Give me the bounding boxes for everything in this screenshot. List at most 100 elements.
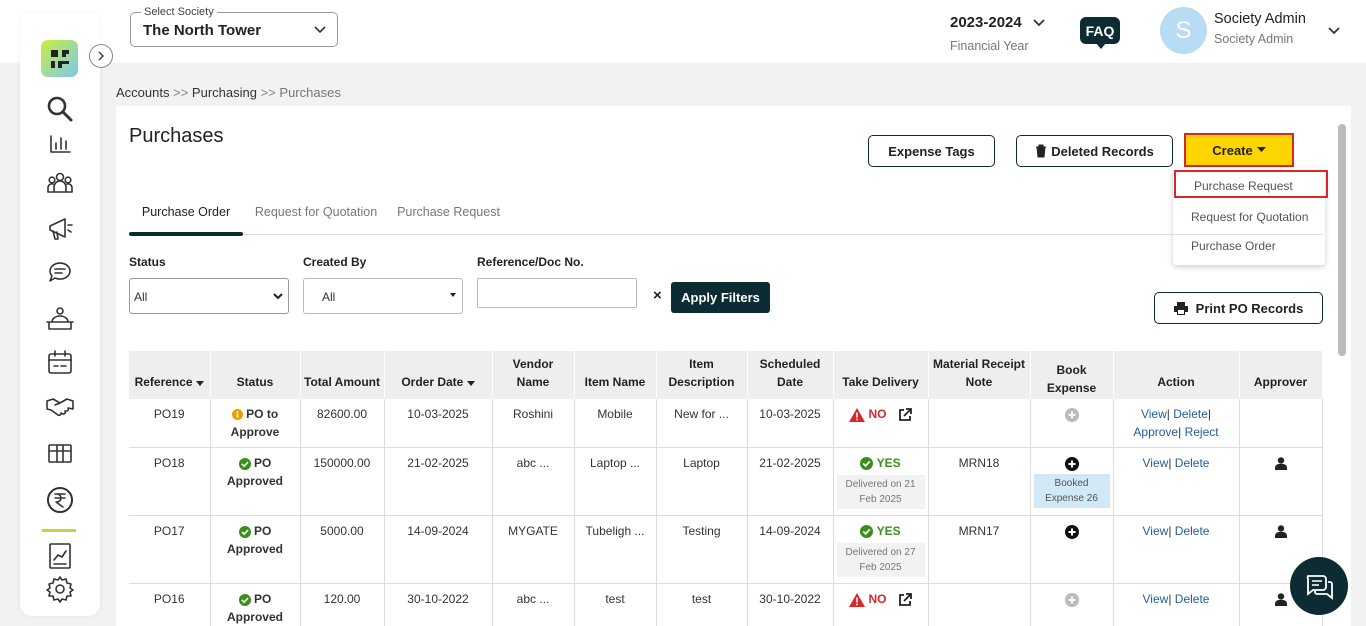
user-icon[interactable]: [1274, 525, 1287, 539]
rupee-icon[interactable]: [44, 484, 76, 516]
user-icon[interactable]: [1274, 593, 1287, 607]
cell-book-expense: [1030, 399, 1114, 448]
cell-reference: PO19: [129, 399, 211, 448]
external-link-icon[interactable]: [898, 592, 912, 607]
delete-link[interactable]: Delete: [1175, 456, 1210, 470]
approve-link[interactable]: Approve: [1133, 425, 1178, 439]
table-row: PO17 PO Approved 5000.00 14-09-2024 MYGA…: [129, 515, 1323, 584]
warning-icon: [849, 407, 866, 422]
column-header-action: Action: [1113, 351, 1240, 399]
add-circle-icon[interactable]: [1064, 456, 1079, 471]
app-logo[interactable]: [41, 40, 78, 77]
faq-button[interactable]: FAQ: [1080, 17, 1120, 49]
cell-mrn: [928, 399, 1031, 448]
apply-filters-button[interactable]: Apply Filters: [671, 282, 770, 313]
cell-vendor: Roshini: [492, 399, 575, 448]
reject-link[interactable]: Reject: [1185, 425, 1219, 439]
cell-scheduled-date: 14-09-2024: [747, 515, 834, 584]
people-icon[interactable]: [44, 167, 76, 199]
logo-icon: [50, 49, 69, 68]
bar-chart-icon[interactable]: [44, 127, 76, 159]
breadcrumb-accounts[interactable]: Accounts: [116, 85, 169, 100]
cell-item-description: New for ...: [656, 399, 748, 448]
cell-status: PO Approved: [210, 515, 301, 584]
create-button[interactable]: Create: [1184, 133, 1294, 167]
financial-year-value: 2023-2024: [950, 14, 1022, 31]
top-header: Select Society The North Tower 2023-2024…: [0, 0, 1366, 63]
vertical-scrollbar[interactable]: [1338, 124, 1346, 356]
financial-year-selector[interactable]: 2023-2024 Financial Year: [950, 14, 1045, 53]
user-icon[interactable]: [1274, 457, 1287, 471]
sidebar-collapse-button[interactable]: [89, 44, 113, 68]
delete-link[interactable]: Delete: [1173, 407, 1208, 421]
chevron-down-icon: [273, 293, 283, 300]
created-by-filter-select[interactable]: All: [303, 278, 463, 314]
add-circle-icon[interactable]: [1064, 524, 1079, 539]
society-select[interactable]: Select Society The North Tower: [130, 6, 338, 47]
cell-action: View| Delete: [1113, 515, 1240, 584]
pending-info-icon: [231, 409, 243, 421]
menu-item-purchase-order[interactable]: Purchase Order: [1173, 232, 1325, 260]
active-nav-indicator: [42, 529, 76, 532]
table-row: PO18 PO Approved 150000.00 21-02-2025 ab…: [129, 447, 1323, 516]
delete-link[interactable]: Delete: [1175, 524, 1210, 538]
search-icon[interactable]: [44, 93, 76, 125]
deleted-records-label: Deleted Records: [1051, 143, 1154, 159]
cell-amount: 120.00: [300, 583, 385, 626]
chat-support-button[interactable]: [1290, 557, 1348, 615]
column-header-reference[interactable]: Reference: [129, 351, 211, 399]
breadcrumb-purchasing[interactable]: Purchasing: [192, 85, 257, 100]
status-filter-select[interactable]: All: [129, 278, 289, 314]
cell-amount: 150000.00: [300, 447, 385, 516]
caret-down-icon: [1256, 147, 1266, 152]
delete-link[interactable]: Delete: [1175, 592, 1210, 606]
helpdesk-icon[interactable]: [44, 303, 76, 335]
tab-purchase-order[interactable]: Purchase Order: [129, 205, 243, 236]
user-role: Society Admin: [1214, 32, 1294, 46]
cell-scheduled-date: 21-02-2025: [747, 447, 834, 516]
user-menu-chevron-icon[interactable]: [1327, 24, 1341, 38]
cell-status: PO Approved: [210, 447, 301, 516]
inventory-icon[interactable]: [44, 437, 76, 469]
calendar-icon[interactable]: [44, 347, 76, 379]
column-header-status: Status: [210, 351, 301, 399]
chat-icon[interactable]: [44, 256, 76, 288]
megaphone-icon[interactable]: [44, 212, 76, 244]
external-link-icon[interactable]: [898, 407, 912, 422]
report-icon[interactable]: [44, 540, 76, 572]
cell-action: View| Delete| Approve| Reject: [1113, 399, 1240, 448]
status-text: PO Approved: [226, 592, 283, 624]
breadcrumb: Accounts >> Purchasing >> Purchases: [116, 85, 341, 100]
menu-item-purchase-request[interactable]: Purchase Request: [1174, 170, 1328, 198]
view-link[interactable]: View: [1143, 592, 1169, 606]
cell-take-delivery: NO: [833, 583, 929, 626]
settings-icon[interactable]: [44, 573, 76, 605]
status-filter-value: All: [134, 290, 148, 304]
print-po-records-button[interactable]: Print PO Records: [1154, 292, 1323, 324]
view-link[interactable]: View: [1141, 407, 1167, 421]
chevron-down-icon: [314, 26, 326, 34]
cell-vendor: abc ...: [492, 447, 575, 516]
cell-status: PO Approved: [210, 583, 301, 626]
column-header-book-expense: Book Expense: [1030, 351, 1114, 399]
view-link[interactable]: View: [1143, 456, 1169, 470]
tab-purchase-request[interactable]: Purchase Request: [396, 205, 501, 235]
check-circle-icon: [238, 593, 251, 606]
avatar[interactable]: S: [1160, 7, 1207, 54]
expense-tags-button[interactable]: Expense Tags: [868, 135, 995, 167]
cell-order-date: 10-03-2025: [384, 399, 493, 448]
column-header-scheduled-date: Scheduled Date: [747, 351, 834, 399]
column-header-order-date[interactable]: Order Date: [384, 351, 493, 399]
tab-request-for-quotation[interactable]: Request for Quotation: [251, 205, 381, 235]
clear-filters-icon[interactable]: ×: [653, 287, 662, 304]
cell-reference: PO17: [129, 515, 211, 584]
handshake-icon[interactable]: [44, 390, 76, 422]
cell-item-description: test: [656, 583, 748, 626]
reference-filter-input[interactable]: [477, 278, 637, 308]
cell-book-expense: Booked Expense 26: [1030, 447, 1114, 516]
cell-approver: [1239, 399, 1323, 448]
cell-status: PO to Approve: [210, 399, 301, 448]
financial-year-label: Financial Year: [950, 39, 1029, 53]
deleted-records-button[interactable]: Deleted Records: [1016, 135, 1173, 167]
view-link[interactable]: View: [1143, 524, 1169, 538]
